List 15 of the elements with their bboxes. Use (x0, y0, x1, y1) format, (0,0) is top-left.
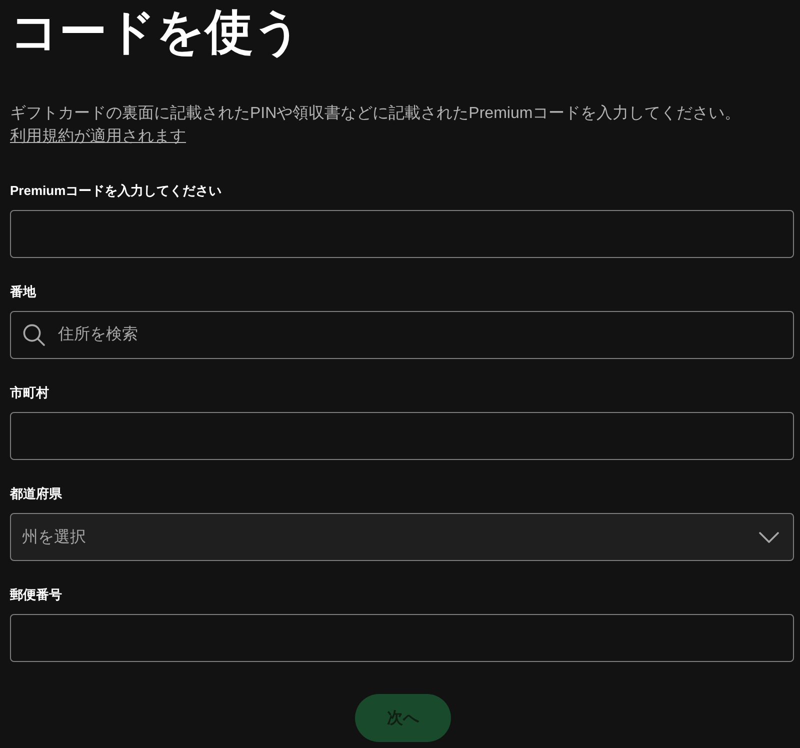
text-field[interactable] (10, 412, 794, 460)
terms-link[interactable]: 利用規約が適用されます (10, 128, 186, 145)
field-label: 番地 (10, 283, 36, 301)
field-label: 市町村 (10, 384, 49, 402)
dropdown[interactable]: 州を選択 (10, 513, 794, 561)
chevron-down-icon (759, 532, 779, 542)
description-text: ギフトカードの裏面に記載されたPINや領収書などに記載されたPremiumコードを入力してください。 利用規約が適用されます (10, 104, 742, 147)
page-title: コードを使う (10, 5, 303, 61)
text-field[interactable] (10, 210, 794, 258)
field-label: Premiumコードを入力してください (10, 182, 222, 200)
text-field[interactable] (10, 614, 794, 662)
field-label: 郵便番号 (10, 586, 62, 604)
search-icon (23, 324, 45, 346)
field-label: 都道府県 (10, 485, 62, 503)
search-field[interactable]: 住所を検索 (10, 311, 794, 359)
